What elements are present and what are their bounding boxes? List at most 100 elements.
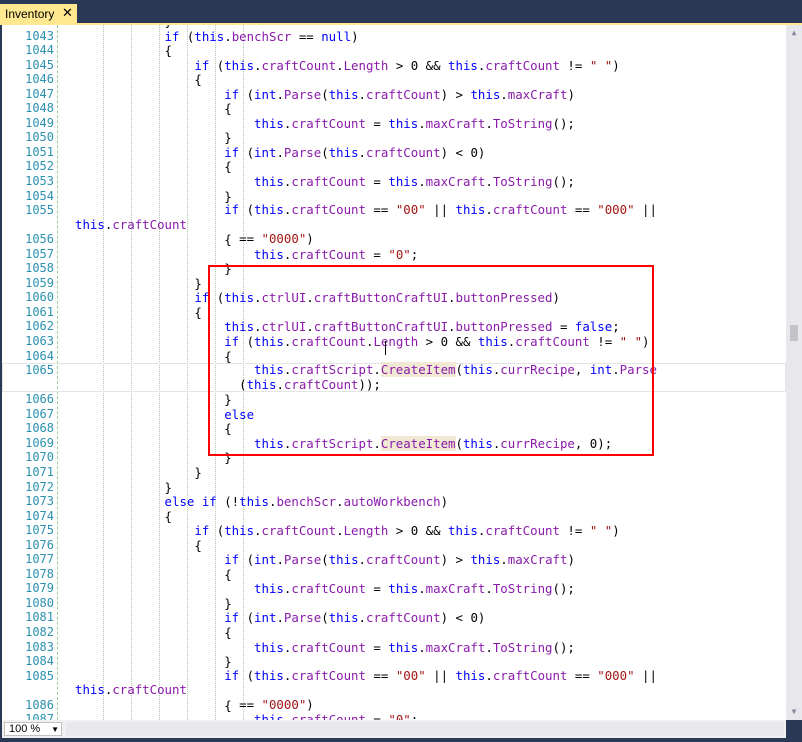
code-token: ( xyxy=(455,362,463,378)
scrollbar-thumb[interactable] xyxy=(790,325,798,341)
code-token: ToString xyxy=(492,581,553,597)
code-token: this xyxy=(448,57,478,73)
code-token: this xyxy=(388,581,419,597)
code-text: } xyxy=(75,480,765,496)
code-line[interactable]: 1063 if (this.craftCount.Length > 0 && t… xyxy=(2,334,786,349)
code-token: > 0 && xyxy=(388,523,449,539)
code-line[interactable]: 1072 } xyxy=(2,480,786,495)
code-line[interactable]: 1077 if (int.Parse(this.craftCount) > th… xyxy=(2,552,786,567)
code-text: else if (!this.benchScr.autoWorkbench) xyxy=(75,494,765,510)
code-token: || xyxy=(425,202,456,218)
code-text: if (int.Parse(this.craftCount) < 0) xyxy=(75,145,765,161)
code-line[interactable]: 1062 this.ctrlUI.craftButtonCraftUI.butt… xyxy=(2,319,786,335)
code-line[interactable]: 1044 { xyxy=(2,43,786,58)
arrow-up-icon[interactable]: ▲ xyxy=(786,25,802,41)
code-line[interactable]: 1086 { xyxy=(2,698,786,713)
code-line[interactable]: 1061 { xyxy=(2,305,786,320)
code-line[interactable]: 1081 if (int.Parse(this.craftCount) < 0) xyxy=(2,610,786,626)
line-number: 1081 xyxy=(25,610,54,625)
vertical-scrollbar[interactable]: ▲ ▼ xyxy=(786,25,802,720)
document-tab-inventory[interactable]: Inventory ✕ xyxy=(0,4,77,23)
line-number: 1046 xyxy=(25,72,54,87)
code-line[interactable]: 1087 this.craftCount = "0"; xyxy=(2,712,786,720)
zoom-select[interactable]: 100 % ▼ xyxy=(4,722,62,736)
close-icon[interactable]: ✕ xyxy=(62,5,73,20)
code-token: this xyxy=(254,334,284,350)
line-number: 1049 xyxy=(25,115,54,130)
code-token: = xyxy=(365,639,389,655)
code-line[interactable]: 1049 this.craftCount = this.maxCraft.ToS… xyxy=(2,116,786,131)
code-line[interactable]: 1079 this.craftCount = this.maxCraft.ToS… xyxy=(2,581,786,597)
code-line[interactable]: 1078 { xyxy=(2,567,786,582)
code-text: } xyxy=(75,596,765,612)
line-number: 1071 xyxy=(25,464,54,479)
code-token: ) > xyxy=(440,552,471,568)
code-line[interactable]: 1075 if (this.craftCount.Length > 0 && t… xyxy=(2,523,786,538)
code-line[interactable]: 1071 } xyxy=(2,465,786,480)
code-line[interactable]: 1054 } xyxy=(2,189,786,204)
code-token: currRecipe xyxy=(500,435,575,451)
code-line[interactable]: 1070 } xyxy=(2,450,786,466)
code-line[interactable]: 1045 if (this.craftCount.Length > 0 && t… xyxy=(2,58,786,73)
code-token: craftCount xyxy=(291,334,366,350)
arrow-down-icon[interactable]: ▼ xyxy=(786,704,802,720)
code-token: ToString xyxy=(492,639,553,655)
code-line[interactable]: 1050 } xyxy=(2,130,786,146)
code-line[interactable]: 1060 if (this.ctrlUI.craftButtonCraftUI.… xyxy=(2,290,786,306)
code-line[interactable]: 1047 if (int.Parse(this.craftCount) > th… xyxy=(2,87,786,102)
code-line[interactable]: 1076 { xyxy=(2,538,786,553)
horizontal-scrollbar[interactable] xyxy=(66,722,784,736)
chevron-down-icon[interactable]: ▼ xyxy=(51,723,59,736)
code-line[interactable]: 1082 { xyxy=(2,625,786,640)
code-line[interactable]: 1048 { xyxy=(2,101,786,117)
line-number: 1056 xyxy=(25,232,54,247)
code-token: . xyxy=(485,581,493,597)
code-text: if (int.Parse(this.craftCount) > this.ma… xyxy=(75,552,765,568)
code-line[interactable]: 1056 { xyxy=(2,232,786,247)
code-line[interactable]: 1053 this.craftCount = this.maxCraft.ToS… xyxy=(2,174,786,189)
code-line[interactable]: 1069 this.craftScript.CreateItem(this.cu… xyxy=(2,435,786,451)
code-token: } xyxy=(75,450,232,466)
code-line[interactable]: 1080 } xyxy=(2,596,786,611)
code-line[interactable]: 1066 } xyxy=(2,392,786,407)
code-token: craftCount xyxy=(291,246,366,262)
code-token: this xyxy=(224,523,255,539)
line-number: 1072 xyxy=(25,479,54,494)
line-number: 1059 xyxy=(25,275,54,290)
code-token: if xyxy=(194,523,210,539)
code-line[interactable]: 1074 { xyxy=(2,509,786,524)
code-line[interactable]: 1085 if (this.craftCount == "00" || this… xyxy=(2,667,786,712)
code-line[interactable]: 1043 if (this.benchScr == null) xyxy=(2,29,786,44)
code-line[interactable]: 1059 } xyxy=(2,276,786,291)
code-text: { xyxy=(75,43,765,59)
code-line[interactable]: 1046 { xyxy=(2,72,786,87)
code-editor[interactable]: }1043 if (this.benchScr == null)1044 {10… xyxy=(2,25,786,720)
code-line[interactable]: 1065 this.craftScript.CreateItem(this.cu… xyxy=(2,362,786,393)
code-token: . xyxy=(276,86,284,102)
code-line[interactable]: 1084 } xyxy=(2,654,786,669)
code-token: " " xyxy=(589,57,613,73)
code-token: (); xyxy=(552,174,575,190)
code-line[interactable]: 1064 { xyxy=(2,349,786,364)
code-token: craftCount xyxy=(291,202,366,218)
code-token: ( xyxy=(239,610,255,626)
code-token: . xyxy=(358,610,366,626)
code-line[interactable]: 1073 else if (!this.benchScr.autoWorkben… xyxy=(2,494,786,509)
code-token: int xyxy=(589,362,613,378)
code-line[interactable]: 1067 else xyxy=(2,407,786,422)
code-line[interactable]: 1058 } xyxy=(2,261,786,277)
code-line[interactable]: 1083 this.craftCount = this.maxCraft.ToS… xyxy=(2,640,786,655)
code-token: = xyxy=(552,319,575,335)
code-token: == xyxy=(567,667,598,683)
code-line[interactable]: 1051 if (int.Parse(this.craftCount) < 0) xyxy=(2,145,786,160)
line-number: 1082 xyxy=(25,624,54,639)
code-line[interactable]: 1052 { xyxy=(2,159,786,175)
code-line[interactable]: 1057 this.craftCount = "0"; xyxy=(2,247,786,262)
code-token: this xyxy=(388,174,419,190)
code-line[interactable]: 1068 { xyxy=(2,421,786,437)
code-line[interactable]: 1055 if (this.craftCount == "00" || this… xyxy=(2,202,786,246)
line-number: 1086 xyxy=(25,697,54,712)
